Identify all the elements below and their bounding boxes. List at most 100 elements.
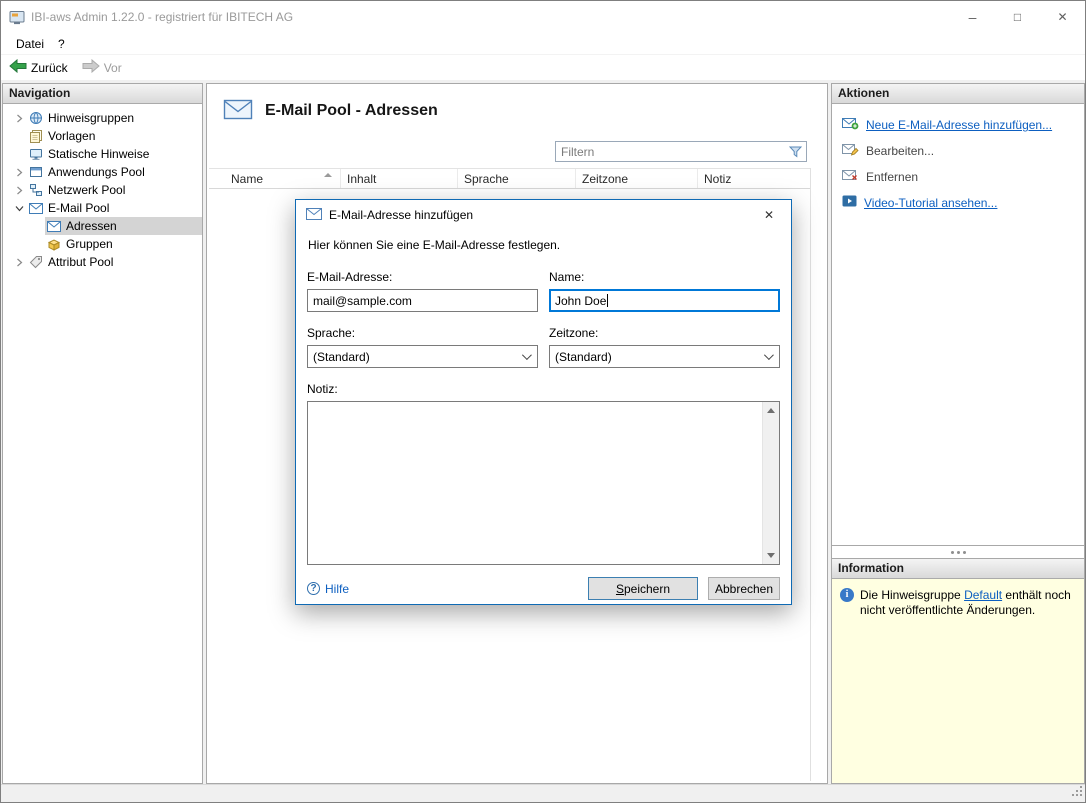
timezone-label: Zeitzone: — [549, 326, 780, 340]
timezone-field-group: Zeitzone: (Standard) — [549, 326, 780, 368]
nav-item-label: Statische Hinweise — [48, 147, 149, 161]
menu-help[interactable]: ? — [51, 33, 72, 54]
action-edit[interactable]: Bearbeiten... — [832, 138, 1084, 164]
groups-icon — [46, 238, 61, 251]
list-header: Name Inhalt Sprache Zeitzone Notiz — [209, 168, 810, 189]
window-title: IBI-aws Admin 1.22.0 - registriert für I… — [31, 10, 293, 24]
email-input[interactable] — [307, 289, 538, 312]
navigation-panel: Navigation Hinweisgruppen Vorlagen Stati… — [2, 83, 203, 784]
dialog-email-icon — [306, 208, 322, 223]
note-field-group: Notiz: — [307, 382, 780, 565]
language-select[interactable]: (Standard) — [307, 345, 538, 368]
email-pool-icon — [28, 203, 43, 214]
chevron-collapsed-icon[interactable] — [11, 168, 27, 177]
video-tutorial-icon — [842, 195, 857, 210]
right-column: Aktionen Neue E-Mail-Adresse hinzufügen.… — [831, 83, 1085, 784]
forward-button[interactable]: Vor — [82, 59, 122, 76]
chevron-expanded-icon[interactable] — [11, 204, 27, 213]
chevron-down-icon — [764, 350, 774, 360]
nav-item-attribut-pool[interactable]: Attribut Pool — [3, 253, 202, 271]
nav-item-label: E-Mail Pool — [48, 201, 109, 215]
timezone-select[interactable]: (Standard) — [549, 345, 780, 368]
nav-item-adressen[interactable]: Adressen — [3, 217, 202, 235]
information-message: Die Hinweisgruppe Default enthält noch n… — [860, 588, 1076, 618]
help-link[interactable]: Hilfe — [307, 582, 349, 596]
back-arrow-icon — [9, 59, 27, 76]
column-name[interactable]: Name — [209, 169, 341, 188]
save-button[interactable]: Speichern — [588, 577, 698, 600]
dialog-description: Hier können Sie eine E-Mail-Adresse fest… — [308, 238, 780, 252]
help-icon — [307, 582, 320, 595]
menu-datei[interactable]: Datei — [9, 33, 51, 54]
name-input[interactable]: John Doe — [549, 289, 780, 312]
nav-item-statische-hinweise[interactable]: Statische Hinweise — [3, 145, 202, 163]
maximize-button[interactable]: □ — [995, 1, 1040, 33]
app-window: IBI-aws Admin 1.22.0 - registriert für I… — [0, 0, 1086, 803]
actions-panel: Aktionen Neue E-Mail-Adresse hinzufügen.… — [831, 83, 1085, 546]
info-icon — [840, 588, 854, 602]
page-title: E-Mail Pool - Adressen — [265, 102, 438, 120]
nav-item-label: Adressen — [66, 219, 117, 233]
navigation-tree: Hinweisgruppen Vorlagen Statische Hinwei… — [3, 104, 202, 271]
nav-item-vorlagen[interactable]: Vorlagen — [3, 127, 202, 145]
nav-item-label: Gruppen — [66, 237, 113, 251]
minimize-button[interactable]: – — [950, 1, 995, 33]
filter-input[interactable] — [556, 145, 789, 159]
email-pool-header-icon — [223, 98, 253, 124]
filter-funnel-icon[interactable] — [789, 146, 802, 158]
close-button[interactable]: ✕ — [1040, 1, 1085, 33]
note-scrollbar[interactable] — [762, 402, 779, 564]
name-field-group: Name: John Doe — [549, 270, 780, 312]
chevron-down-icon — [522, 350, 532, 360]
column-zeitzone[interactable]: Zeitzone — [576, 169, 698, 188]
dialog-close-button[interactable]: ✕ — [747, 200, 791, 230]
nav-item-gruppen[interactable]: Gruppen — [3, 235, 202, 253]
action-video-tutorial[interactable]: Video-Tutorial ansehen... — [832, 190, 1084, 215]
scroll-up-icon[interactable] — [763, 402, 779, 419]
chevron-collapsed-icon[interactable] — [11, 186, 27, 195]
statusbar — [1, 784, 1085, 802]
note-label: Notiz: — [307, 382, 780, 396]
default-link[interactable]: Default — [964, 588, 1002, 602]
column-notiz[interactable]: Notiz — [698, 169, 810, 188]
actions-header: Aktionen — [832, 84, 1084, 104]
templates-icon — [28, 129, 43, 143]
email-label: E-Mail-Adresse: — [307, 270, 538, 284]
remove-email-icon — [842, 169, 859, 185]
nav-item-label: Attribut Pool — [48, 255, 113, 269]
nav-item-label: Vorlagen — [48, 129, 95, 143]
name-label: Name: — [549, 270, 780, 284]
new-email-icon — [842, 117, 859, 133]
column-inhalt[interactable]: Inhalt — [341, 169, 458, 188]
column-sprache[interactable]: Sprache — [458, 169, 576, 188]
nav-item-hinweisgruppen[interactable]: Hinweisgruppen — [3, 109, 202, 127]
nav-item-email-pool[interactable]: E-Mail Pool — [3, 199, 202, 217]
nav-item-anwendungs-pool[interactable]: Anwendungs Pool — [3, 163, 202, 181]
action-new-email[interactable]: Neue E-Mail-Adresse hinzufügen... — [832, 112, 1084, 138]
panel-splitter[interactable] — [831, 546, 1085, 558]
network-pool-icon — [28, 183, 43, 197]
sort-asc-icon — [324, 173, 332, 177]
note-textarea[interactable] — [308, 402, 762, 564]
static-hints-icon — [28, 147, 43, 161]
hints-groups-icon — [28, 111, 43, 125]
addresses-icon — [46, 221, 61, 232]
cancel-button[interactable]: Abbrechen — [708, 577, 780, 600]
resize-grip-icon[interactable] — [1071, 785, 1083, 800]
action-remove[interactable]: Entfernen — [832, 164, 1084, 190]
menubar: Datei ? — [1, 33, 1085, 54]
app-icon — [9, 9, 25, 25]
language-label: Sprache: — [307, 326, 538, 340]
dialog-titlebar: E-Mail-Adresse hinzufügen ✕ — [296, 200, 791, 230]
edit-email-icon — [842, 143, 859, 159]
nav-item-label: Anwendungs Pool — [48, 165, 145, 179]
chevron-collapsed-icon[interactable] — [11, 258, 27, 267]
information-panel: Information Die Hinweisgruppe Default en… — [831, 558, 1085, 784]
nav-item-label: Netzwerk Pool — [48, 183, 125, 197]
scroll-down-icon[interactable] — [763, 547, 779, 564]
application-pool-icon — [28, 165, 43, 179]
chevron-collapsed-icon[interactable] — [11, 114, 27, 123]
nav-item-netzwerk-pool[interactable]: Netzwerk Pool — [3, 181, 202, 199]
attribute-pool-icon — [28, 255, 43, 269]
back-button[interactable]: Zurück — [9, 59, 68, 76]
